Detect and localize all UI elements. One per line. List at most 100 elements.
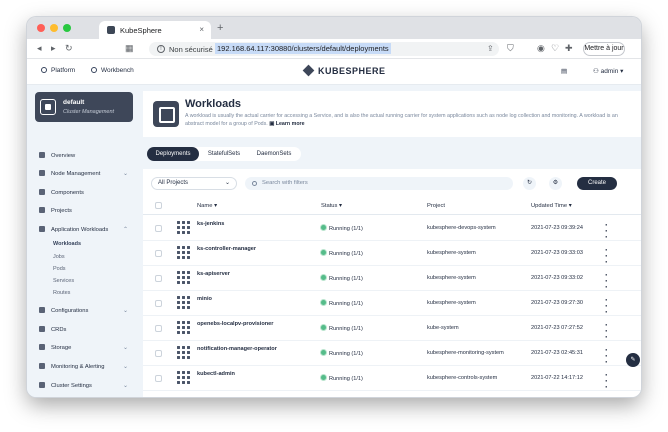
deployment-name[interactable]: notification-manager-operator: [197, 346, 277, 352]
table-row[interactable]: openebs-localpv-provisioner Running (1/1…: [143, 316, 641, 342]
row-checkbox[interactable]: [155, 225, 162, 232]
deployment-name[interactable]: ks-apiserver: [197, 271, 230, 277]
messenger-icon[interactable]: ◉: [537, 43, 545, 54]
sidebar-subitem-jobs[interactable]: Jobs: [53, 254, 65, 260]
search-input[interactable]: Search with filters: [245, 177, 513, 190]
row-checkbox[interactable]: [155, 250, 162, 257]
more-actions-icon[interactable]: · · ·: [605, 271, 608, 292]
more-actions-icon[interactable]: · · ·: [605, 296, 608, 317]
deployment-icon: [177, 221, 191, 235]
refresh-icon[interactable]: ↻: [523, 177, 536, 190]
row-checkbox[interactable]: [155, 375, 162, 382]
project-cell[interactable]: kubesphere-system: [427, 250, 476, 256]
maximize-window-button[interactable]: [63, 24, 71, 32]
deployment-name[interactable]: ks-controller-manager: [197, 246, 256, 252]
sidebar-item-monitoring-alerting[interactable]: Monitoring & Alerting ⌄: [39, 363, 128, 370]
settings-icon[interactable]: ⚙: [549, 177, 562, 190]
tab-daemonsets[interactable]: DaemonSets: [249, 147, 299, 161]
tab-deployments[interactable]: Deployments: [147, 147, 199, 161]
project-cell[interactable]: kubesphere-system: [427, 275, 476, 281]
deployment-name[interactable]: minio: [197, 296, 212, 302]
minimize-window-button[interactable]: [50, 24, 58, 32]
more-actions-icon[interactable]: · · ·: [605, 346, 608, 367]
sidebar-subitem-routes[interactable]: Routes: [53, 290, 70, 296]
app-header: Platform Workbench KUBESPHERE ▤ ⚇ admin …: [27, 59, 641, 85]
sidebar-item-configurations[interactable]: Configurations ⌄: [39, 307, 128, 314]
row-checkbox[interactable]: [155, 325, 162, 332]
status-badge: Running (1/1): [321, 225, 363, 232]
column-status[interactable]: Status ▾: [321, 203, 342, 209]
create-button[interactable]: Create: [577, 177, 617, 190]
close-window-button[interactable]: [37, 24, 45, 32]
browser-tab-kubesphere[interactable]: KubeSphere ×: [99, 21, 211, 39]
workbench-link[interactable]: Workbench: [91, 67, 134, 74]
deployments-panel: All Projects ⌄ Search with filters ↻ ⚙ C…: [143, 169, 641, 397]
back-arrow-icon[interactable]: ◂: [37, 43, 42, 54]
sidebar-item-node-management[interactable]: Node Management ⌄: [39, 170, 128, 177]
table-row[interactable]: ks-apiserver Running (1/1) kubesphere-sy…: [143, 266, 641, 292]
sidebar-item-components[interactable]: Components: [39, 189, 84, 196]
shield-icon[interactable]: ⛉: [507, 43, 514, 54]
deployment-name[interactable]: kubectl-admin: [197, 371, 235, 377]
project-cell[interactable]: kubesphere-controls-system: [427, 375, 497, 381]
table-row[interactable]: minio Running (1/1) kubesphere-system 20…: [143, 291, 641, 317]
updated-time-cell: 2021-07-22 14:17:12: [531, 375, 583, 381]
project-cell[interactable]: kube-system: [427, 325, 459, 331]
sidebar-subitem-services[interactable]: Services: [53, 278, 74, 284]
reload-icon[interactable]: ↻: [65, 43, 73, 54]
more-actions-icon[interactable]: · · ·: [605, 371, 608, 392]
row-checkbox[interactable]: [155, 275, 162, 282]
sidebar-item-crds[interactable]: CRDs: [39, 326, 66, 333]
tab-close-icon[interactable]: ×: [199, 25, 204, 34]
deployment-icon: [177, 246, 191, 260]
status-badge: Running (1/1): [321, 375, 363, 382]
bookmark-grid-icon[interactable]: ▦: [125, 43, 134, 54]
new-tab-button[interactable]: +: [217, 22, 223, 34]
table-row[interactable]: ks-jenkins Running (1/1) kubesphere-devo…: [143, 216, 641, 242]
extensions-icon[interactable]: ✚: [565, 43, 573, 54]
share-icon[interactable]: ⇪: [487, 44, 494, 53]
project-cell[interactable]: kubesphere-devops-system: [427, 225, 496, 231]
toolbox-floating-button[interactable]: ✎: [626, 353, 640, 367]
sidebar-item-cluster-settings[interactable]: Cluster Settings ⌄: [39, 382, 128, 389]
table-row[interactable]: ks-controller-manager Running (1/1) kube…: [143, 241, 641, 267]
select-all-checkbox[interactable]: [155, 202, 162, 209]
more-actions-icon[interactable]: · · ·: [605, 246, 608, 267]
row-checkbox[interactable]: [155, 350, 162, 357]
tab-statefulsets[interactable]: StatefulSets: [199, 147, 249, 161]
table-row[interactable]: notification-manager-operator Running (1…: [143, 341, 641, 367]
deployment-name[interactable]: openebs-localpv-provisioner: [197, 321, 273, 327]
sidebar-subitem-workloads[interactable]: Workloads: [53, 241, 81, 247]
project-select[interactable]: All Projects ⌄: [151, 177, 237, 190]
row-checkbox[interactable]: [155, 300, 162, 307]
kubesphere-logo[interactable]: KUBESPHERE: [302, 64, 386, 77]
sidebar-item-projects[interactable]: Projects: [39, 207, 72, 214]
more-actions-icon[interactable]: · · ·: [605, 221, 608, 242]
tools-icon[interactable]: ▤: [561, 67, 567, 75]
sidebar-item-application-workloads[interactable]: Application Workloads ⌃: [39, 226, 128, 233]
platform-menu[interactable]: Platform: [41, 67, 75, 74]
column-updated-time[interactable]: Updated Time ▾: [531, 203, 572, 209]
settings-icon: [39, 382, 45, 388]
sidebar-subitem-pods[interactable]: Pods: [53, 266, 66, 272]
chevron-down-icon: ⌄: [123, 383, 129, 389]
user-menu[interactable]: ⚇ admin ▾: [593, 67, 623, 75]
cluster-selector[interactable]: default Cluster Management: [35, 92, 133, 122]
more-actions-icon[interactable]: · · ·: [605, 321, 608, 342]
project-cell[interactable]: kubesphere-monitoring-system: [427, 350, 504, 356]
status-badge: Running (1/1): [321, 275, 363, 282]
sidebar-item-overview[interactable]: Overview: [39, 152, 75, 159]
url-text[interactable]: 192.168.64.117:30880/clusters/default/de…: [215, 43, 391, 54]
table-row[interactable]: kubectl-admin Running (1/1) kubesphere-c…: [143, 366, 641, 392]
kubesphere-logo-icon: [302, 64, 315, 77]
forward-arrow-icon[interactable]: ▸: [51, 43, 56, 54]
sidebar-item-storage[interactable]: Storage ⌄: [39, 344, 128, 351]
heart-icon[interactable]: ♡: [551, 43, 559, 54]
address-bar[interactable]: ! Non sécurisé 192.168.64.117:30880/clus…: [149, 42, 499, 56]
column-name[interactable]: Name ▾: [197, 203, 217, 209]
deployment-name[interactable]: ks-jenkins: [197, 221, 224, 227]
update-browser-button[interactable]: Mettre à jour: [583, 42, 625, 56]
project-cell[interactable]: kubesphere-system: [427, 300, 476, 306]
learn-more-link[interactable]: ▣ Learn more: [269, 121, 304, 127]
warning-icon[interactable]: !: [157, 45, 165, 53]
